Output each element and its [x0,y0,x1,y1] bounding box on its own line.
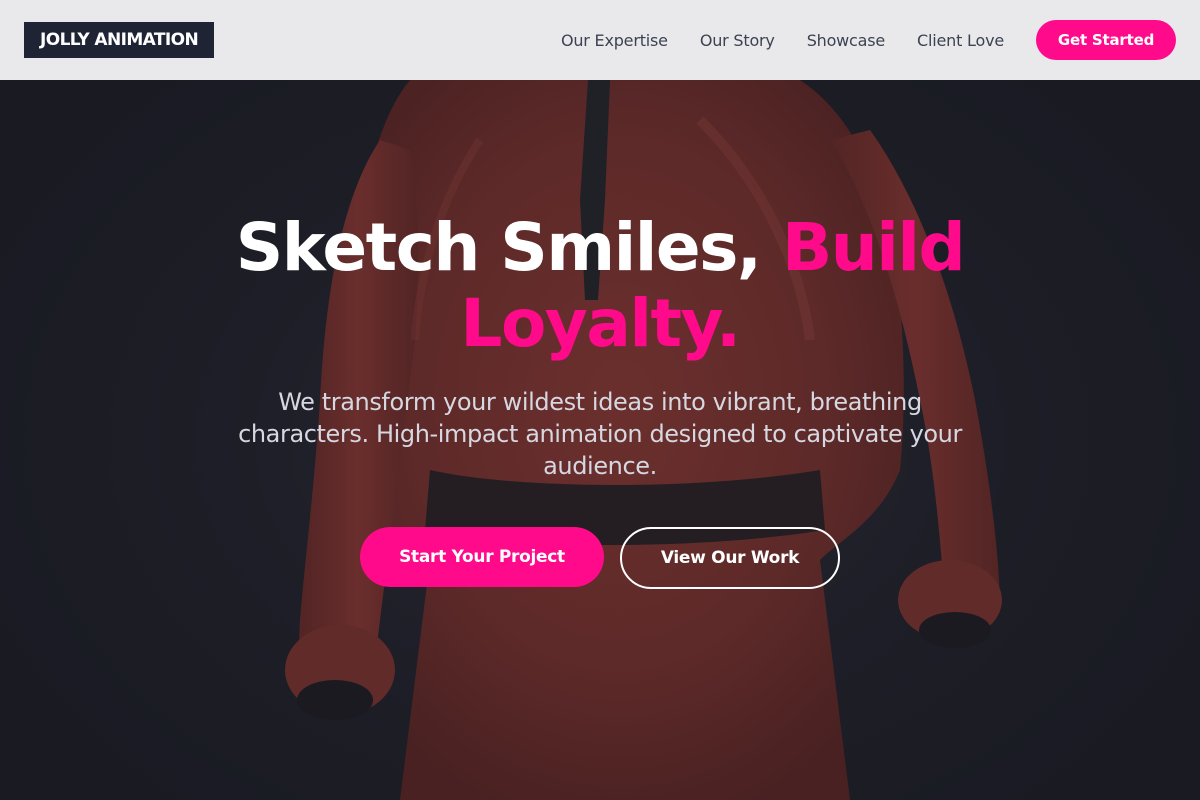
nav-link-our-story[interactable]: Our Story [700,31,775,50]
brand-logo[interactable]: JOLLY ANIMATION [24,22,215,58]
nav-links: Our Expertise Our Story Showcase Client … [561,0,1004,80]
nav-link-showcase[interactable]: Showcase [807,31,886,50]
top-navbar: JOLLY ANIMATION Our Expertise Our Story … [0,0,1200,80]
nav-link-client-love[interactable]: Client Love [917,31,1004,50]
view-our-work-button[interactable]: View Our Work [620,527,840,589]
nav-link-our-expertise[interactable]: Our Expertise [561,31,668,50]
hero-headline: Sketch Smiles, Build Loyalty. [150,210,1050,362]
hero-content: Sketch Smiles, Build Loyalty. We transfo… [0,210,1200,589]
hero-subtext: We transform your wildest ideas into vib… [238,388,962,480]
start-your-project-button[interactable]: Start Your Project [360,527,604,587]
get-started-button[interactable]: Get Started [1036,20,1176,60]
landing-page: JOLLY ANIMATION Our Expertise Our Story … [0,0,1200,800]
hero-button-group: Start Your Project View Our Work [0,527,1200,589]
headline-main-text: Sketch Smiles, [235,209,782,286]
